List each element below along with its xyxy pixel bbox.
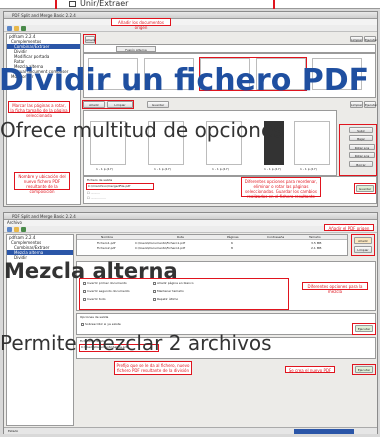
page-label: 1 - 1 p.(17): [154, 167, 171, 171]
callout-add-docs: Añadir los documentos origen: [111, 18, 171, 30]
window1-titlebar: PDF Split and Merge Basic 2.2.4: [4, 12, 377, 19]
clear-button[interactable]: Limpiar: [350, 36, 363, 42]
table-row[interactable]: Fichero2.pdf C:\Users\Documents\Fichero2…: [77, 246, 347, 251]
run-button-right[interactable]: Ejecutar: [364, 101, 377, 108]
cell-path: C:\Users\Documents\Fichero2.pdf: [135, 246, 186, 250]
banner-label: Unir/Extraer: [80, 0, 129, 8]
column-header[interactable]: Páginas: [227, 235, 239, 240]
file-table: Nombre Ruta Páginas Contraseña Tamaño Fi…: [76, 234, 348, 256]
new-icon[interactable]: [7, 26, 12, 31]
open-icon[interactable]: [14, 26, 19, 31]
progress-bar: [294, 429, 354, 434]
desc-split: Ofrece multitud de opciones: [0, 118, 284, 142]
table-header: Nombre Ruta Páginas Contraseña Tamaño: [77, 235, 347, 240]
delete-button[interactable]: Borrar: [349, 161, 373, 167]
run-button-top[interactable]: Ejecutar: [364, 36, 377, 42]
open-icon[interactable]: [14, 227, 19, 232]
option[interactable]: Invertir todo: [83, 297, 106, 302]
callout-create: Se crea el nuevo PDF: [285, 366, 335, 373]
heading-mix: Mezcla alterna: [4, 259, 178, 283]
desc-mix: Permite mezclar 2 archivos: [0, 331, 272, 355]
page-label: 1 - 1 p.(17): [264, 167, 281, 171]
window-composer: PDF Split and Merge Basic 2.2.4 pdfsam 2…: [3, 11, 378, 207]
option[interactable]: Mantener tamaño: [153, 289, 184, 294]
run-button-2[interactable]: Ejecutar: [355, 325, 373, 332]
callout-add-pdf: Añadir el PDF origen: [324, 224, 374, 231]
status-label: Estado: [8, 429, 19, 433]
column-header[interactable]: Ruta: [177, 235, 184, 240]
save-icon[interactable]: [21, 227, 26, 232]
add-button[interactable]: Añadir: [85, 36, 96, 43]
column-header[interactable]: Tamaño: [309, 235, 321, 240]
top-banner: Unir/Extraer: [0, 0, 380, 9]
output-options-label: Opciones de salida: [80, 315, 109, 319]
cell-size: 2.1 MB: [311, 246, 322, 250]
page-label: 1 - 1 p.(17): [212, 167, 229, 171]
cell-pages: 8: [231, 246, 233, 250]
callout-prefix: Prefijo que se le da al fichero, nuevo f…: [114, 361, 192, 375]
option[interactable]: Invertir segundo documento: [83, 289, 130, 294]
page-thumb[interactable]: [294, 121, 330, 165]
red-tab-right: [273, 0, 275, 9]
option-line: ☐ ················: [87, 196, 106, 200]
window-alternate-mix: PDF Split and Merge Basic 2.2.4 Archivo …: [3, 212, 378, 434]
output-section: Fichero de salida C:\miarchivo\mergedFil…: [83, 176, 377, 204]
column-header[interactable]: Contraseña: [267, 235, 284, 240]
up-button[interactable]: Subir: [349, 127, 373, 133]
callout-select-pages: Marcar las páginas a rotar, la ficha tam…: [8, 101, 70, 118]
page-label: 1 - 1 p.(17): [96, 167, 113, 171]
output-option-value[interactable]: Sobrescribir si ya existe: [81, 322, 121, 327]
window2-titlebar: PDF Split and Merge Basic 2.2.4: [4, 213, 377, 220]
option[interactable]: Repetir último: [153, 297, 178, 302]
heading-split: Dividir un fichero PDF: [0, 63, 370, 98]
file-tab-strip: Fusión Alterna: [83, 44, 376, 53]
output-path[interactable]: C:\miarchivo\mergedFile.pdf: [88, 184, 130, 189]
status-bar: Estado: [4, 427, 377, 434]
column-header[interactable]: Nombre: [101, 235, 113, 240]
new-icon[interactable]: [7, 227, 12, 232]
cell-name: Fichero2.pdf: [97, 246, 116, 250]
save-button-mid[interactable]: Guardar: [147, 101, 169, 108]
page-label: 1 - 1 p.(17): [300, 167, 317, 171]
rotate-left-button[interactable]: Rotar a la izquierda: [349, 152, 375, 164]
file-tab[interactable]: Fusión Alterna: [116, 46, 156, 52]
window1-toolbar: [4, 25, 377, 32]
callout-options-2: Diferentes opciones para la mezcla: [302, 282, 368, 294]
banner-checkbox: [69, 1, 76, 7]
window2-toolbar: [4, 226, 377, 233]
run-button-3[interactable]: Ejecutar: [355, 366, 373, 373]
save-icon[interactable]: [21, 26, 26, 31]
callout-options: Diferentes opciones para reordenar, elim…: [241, 177, 321, 199]
mid-buttons-highlight: [82, 100, 134, 109]
save-button[interactable]: Guardar: [356, 185, 374, 192]
clear-button-right[interactable]: Limpiar: [350, 101, 363, 108]
clear-pdf-button[interactable]: Limpiar: [354, 246, 372, 253]
mid-toolbar: Añadir Limpiar Guardar Limpiar Ejecutar: [82, 100, 377, 109]
callout-location: Nombre y ubicación del nuevo fichero PDF…: [14, 172, 70, 194]
red-tab-left: [55, 0, 57, 9]
add-pdf-button[interactable]: Añadir: [354, 237, 372, 244]
down-button[interactable]: Bajar: [349, 135, 373, 141]
rotate-right-button[interactable]: Rotar a la derecha: [349, 144, 375, 156]
